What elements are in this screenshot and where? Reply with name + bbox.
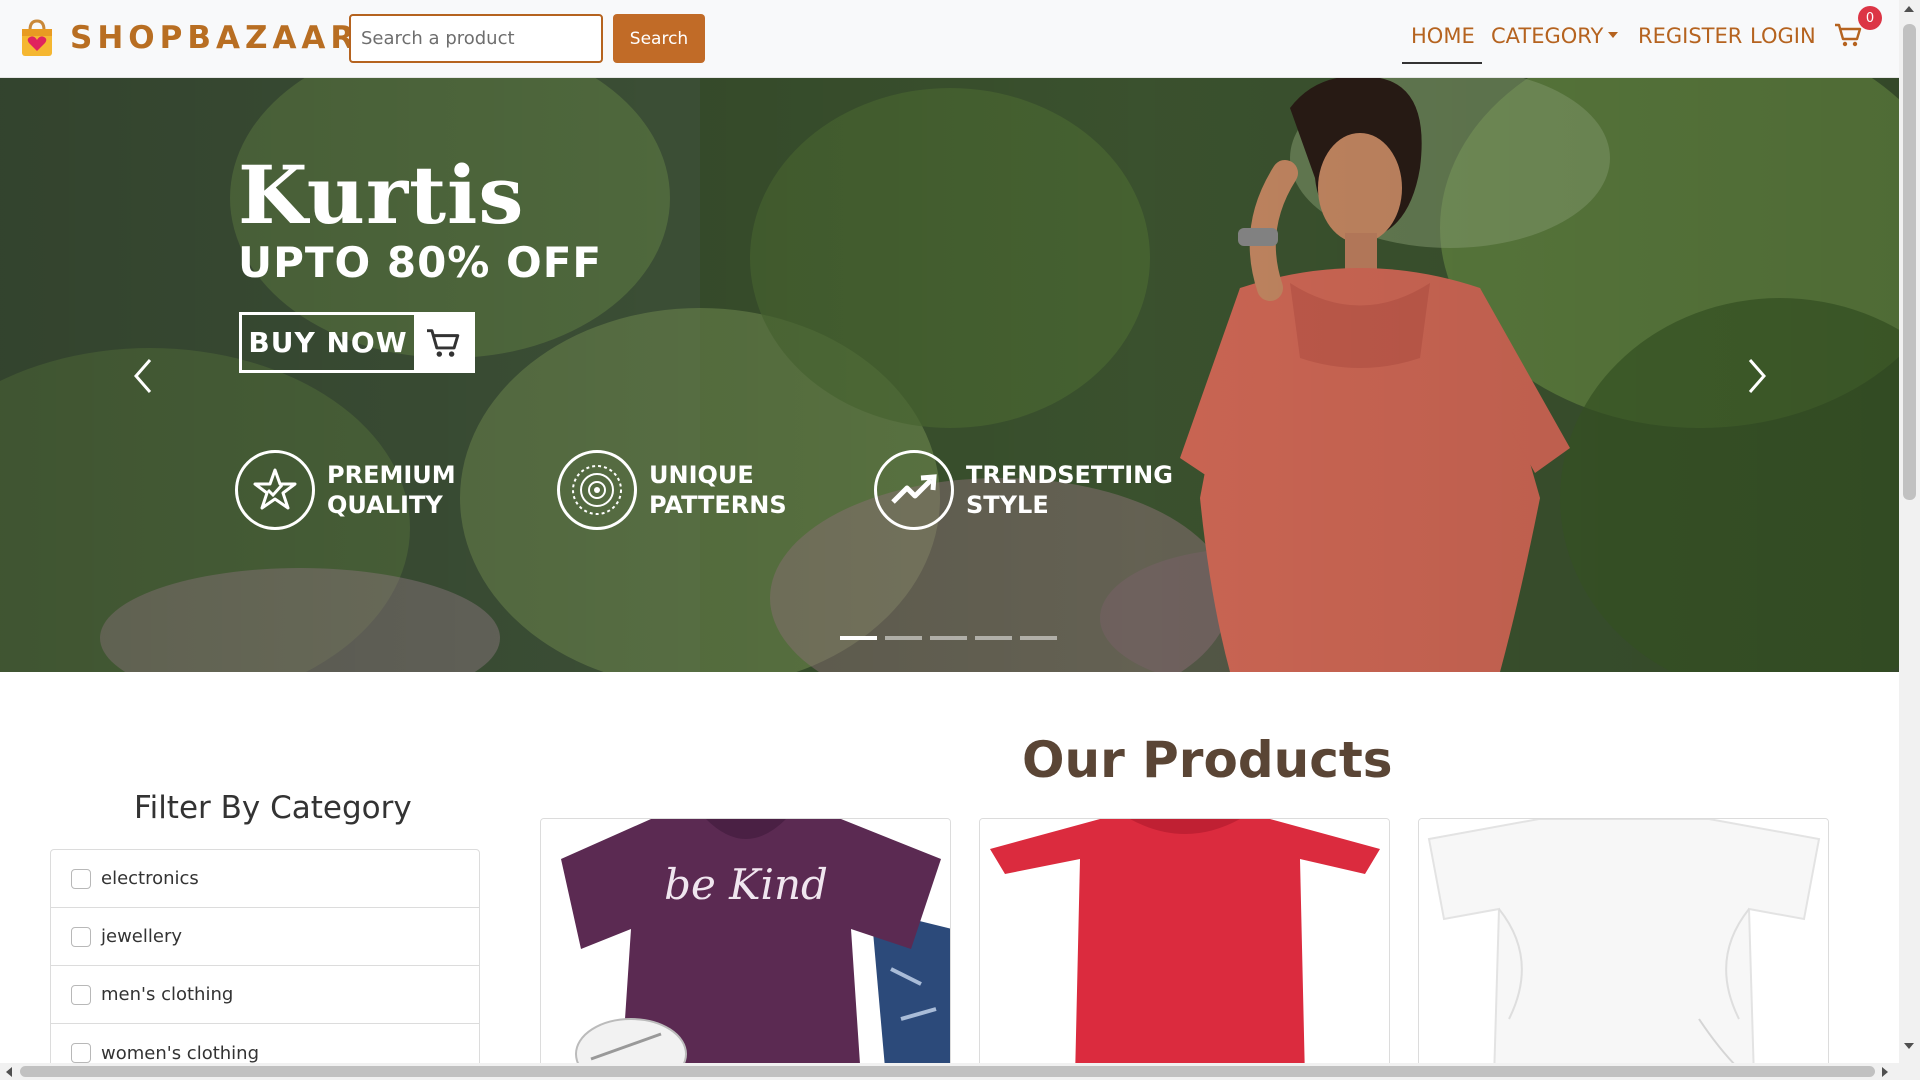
product-card-white-top[interactable] [1418,818,1829,1080]
nav-login[interactable]: LOGIN [1750,24,1816,48]
tshirt-print-text: be Kind [664,860,828,909]
nav-home[interactable]: HOME [1411,24,1475,48]
checkbox[interactable] [71,926,91,947]
product-card-red-tshirt[interactable] [979,818,1390,1080]
filter-title: Filter By Category [134,790,412,826]
star-badge-icon [235,450,315,530]
scroll-right-arrow-icon[interactable] [1882,1067,1888,1077]
active-nav-underline [1402,62,1482,64]
page: SHOPBAZAAR Search HOME CATEGORY REGISTER… [0,0,1920,1080]
brand[interactable]: SHOPBAZAAR [18,18,359,58]
mandala-icon [557,450,637,530]
feature-text: UNIQUE PATTERNS [649,460,869,520]
navbar: SHOPBAZAAR Search HOME CATEGORY REGISTER… [0,0,1899,78]
filter-label: women's clothing [101,1042,260,1064]
feature-line2: PATTERNS [649,491,787,519]
filter-label: men's clothing [101,984,234,1005]
checkbox[interactable] [71,868,91,889]
filter-label: electronics [101,868,199,889]
carousel-indicator-5[interactable] [1020,636,1057,640]
scroll-up-arrow-icon[interactable] [1904,6,1914,12]
filter-label: jewellery [101,926,182,947]
feature-premium-quality: PREMIUM QUALITY [235,450,547,530]
vertical-scrollbar[interactable] [1899,0,1920,1063]
hero-carousel: Kurtis UPTO 80% OFF BUY NOW PREMIUM QUAL… [0,78,1899,672]
carousel-indicator-3[interactable] [930,636,967,640]
buy-now-cart-icon [414,315,472,370]
shopping-bag-heart-icon [22,19,52,56]
horizontal-scrollbar[interactable] [0,1063,1920,1080]
nav-category-label: CATEGORY [1491,24,1604,48]
checkbox[interactable] [71,984,91,1005]
nav-category-dropdown[interactable]: CATEGORY [1491,24,1619,48]
feature-line1: PREMIUM [327,461,456,489]
carousel-indicators [840,636,1057,640]
cart-icon[interactable] [1834,22,1862,48]
feature-text: TRENDSETTING STYLE [966,460,1186,520]
carousel-indicator-1[interactable] [840,636,877,640]
feature-line1: TRENDSETTING [966,461,1173,489]
carousel-indicator-4[interactable] [975,636,1012,640]
checkbox[interactable] [71,1043,91,1063]
feature-trendsetting-style: TRENDSETTING STYLE [874,450,1186,530]
filter-item-jewellery[interactable]: jewellery [51,908,479,966]
caret-down-icon [1608,32,1619,38]
search-button[interactable]: Search [613,14,705,63]
filter-item-mens-clothing[interactable]: men's clothing [51,966,479,1024]
category-filter-list: electronics jewellery men's clothing wom… [50,849,480,1080]
feature-line2: STYLE [966,491,1049,519]
scroll-down-arrow-icon[interactable] [1904,1043,1914,1049]
search-input[interactable] [349,14,603,63]
buy-now-label: BUY NOW [248,326,408,359]
vertical-scrollbar-thumb[interactable] [1903,24,1916,500]
feature-line2: QUALITY [327,491,443,519]
products-title: Our Products [1022,731,1393,789]
nav-register[interactable]: REGISTER [1638,24,1742,48]
feature-unique-patterns: UNIQUE PATTERNS [557,450,869,530]
product-image-white-top [1419,819,1828,1080]
hero-subtitle: UPTO 80% OFF [238,238,603,287]
product-card-purple-tshirt[interactable]: be Kind [540,818,951,1080]
buy-now-button[interactable]: BUY NOW [239,312,475,373]
carousel-next-chevron-icon[interactable] [1742,356,1772,396]
scroll-left-arrow-icon[interactable] [6,1067,12,1077]
cart-count-badge: 0 [1858,6,1882,30]
product-image-red-tshirt [980,819,1389,1080]
feature-line1: UNIQUE [649,461,754,489]
brand-name: SHOPBAZAAR [70,20,360,56]
horizontal-scrollbar-thumb[interactable] [20,1066,1875,1077]
hero-title: Kurtis [238,148,525,242]
carousel-prev-chevron-icon[interactable] [128,356,158,396]
carousel-indicator-2[interactable] [885,636,922,640]
trend-up-icon [874,450,954,530]
product-image-purple-tshirt: be Kind [541,819,950,1080]
filter-item-electronics[interactable]: electronics [51,850,479,908]
feature-text: PREMIUM QUALITY [327,460,547,520]
